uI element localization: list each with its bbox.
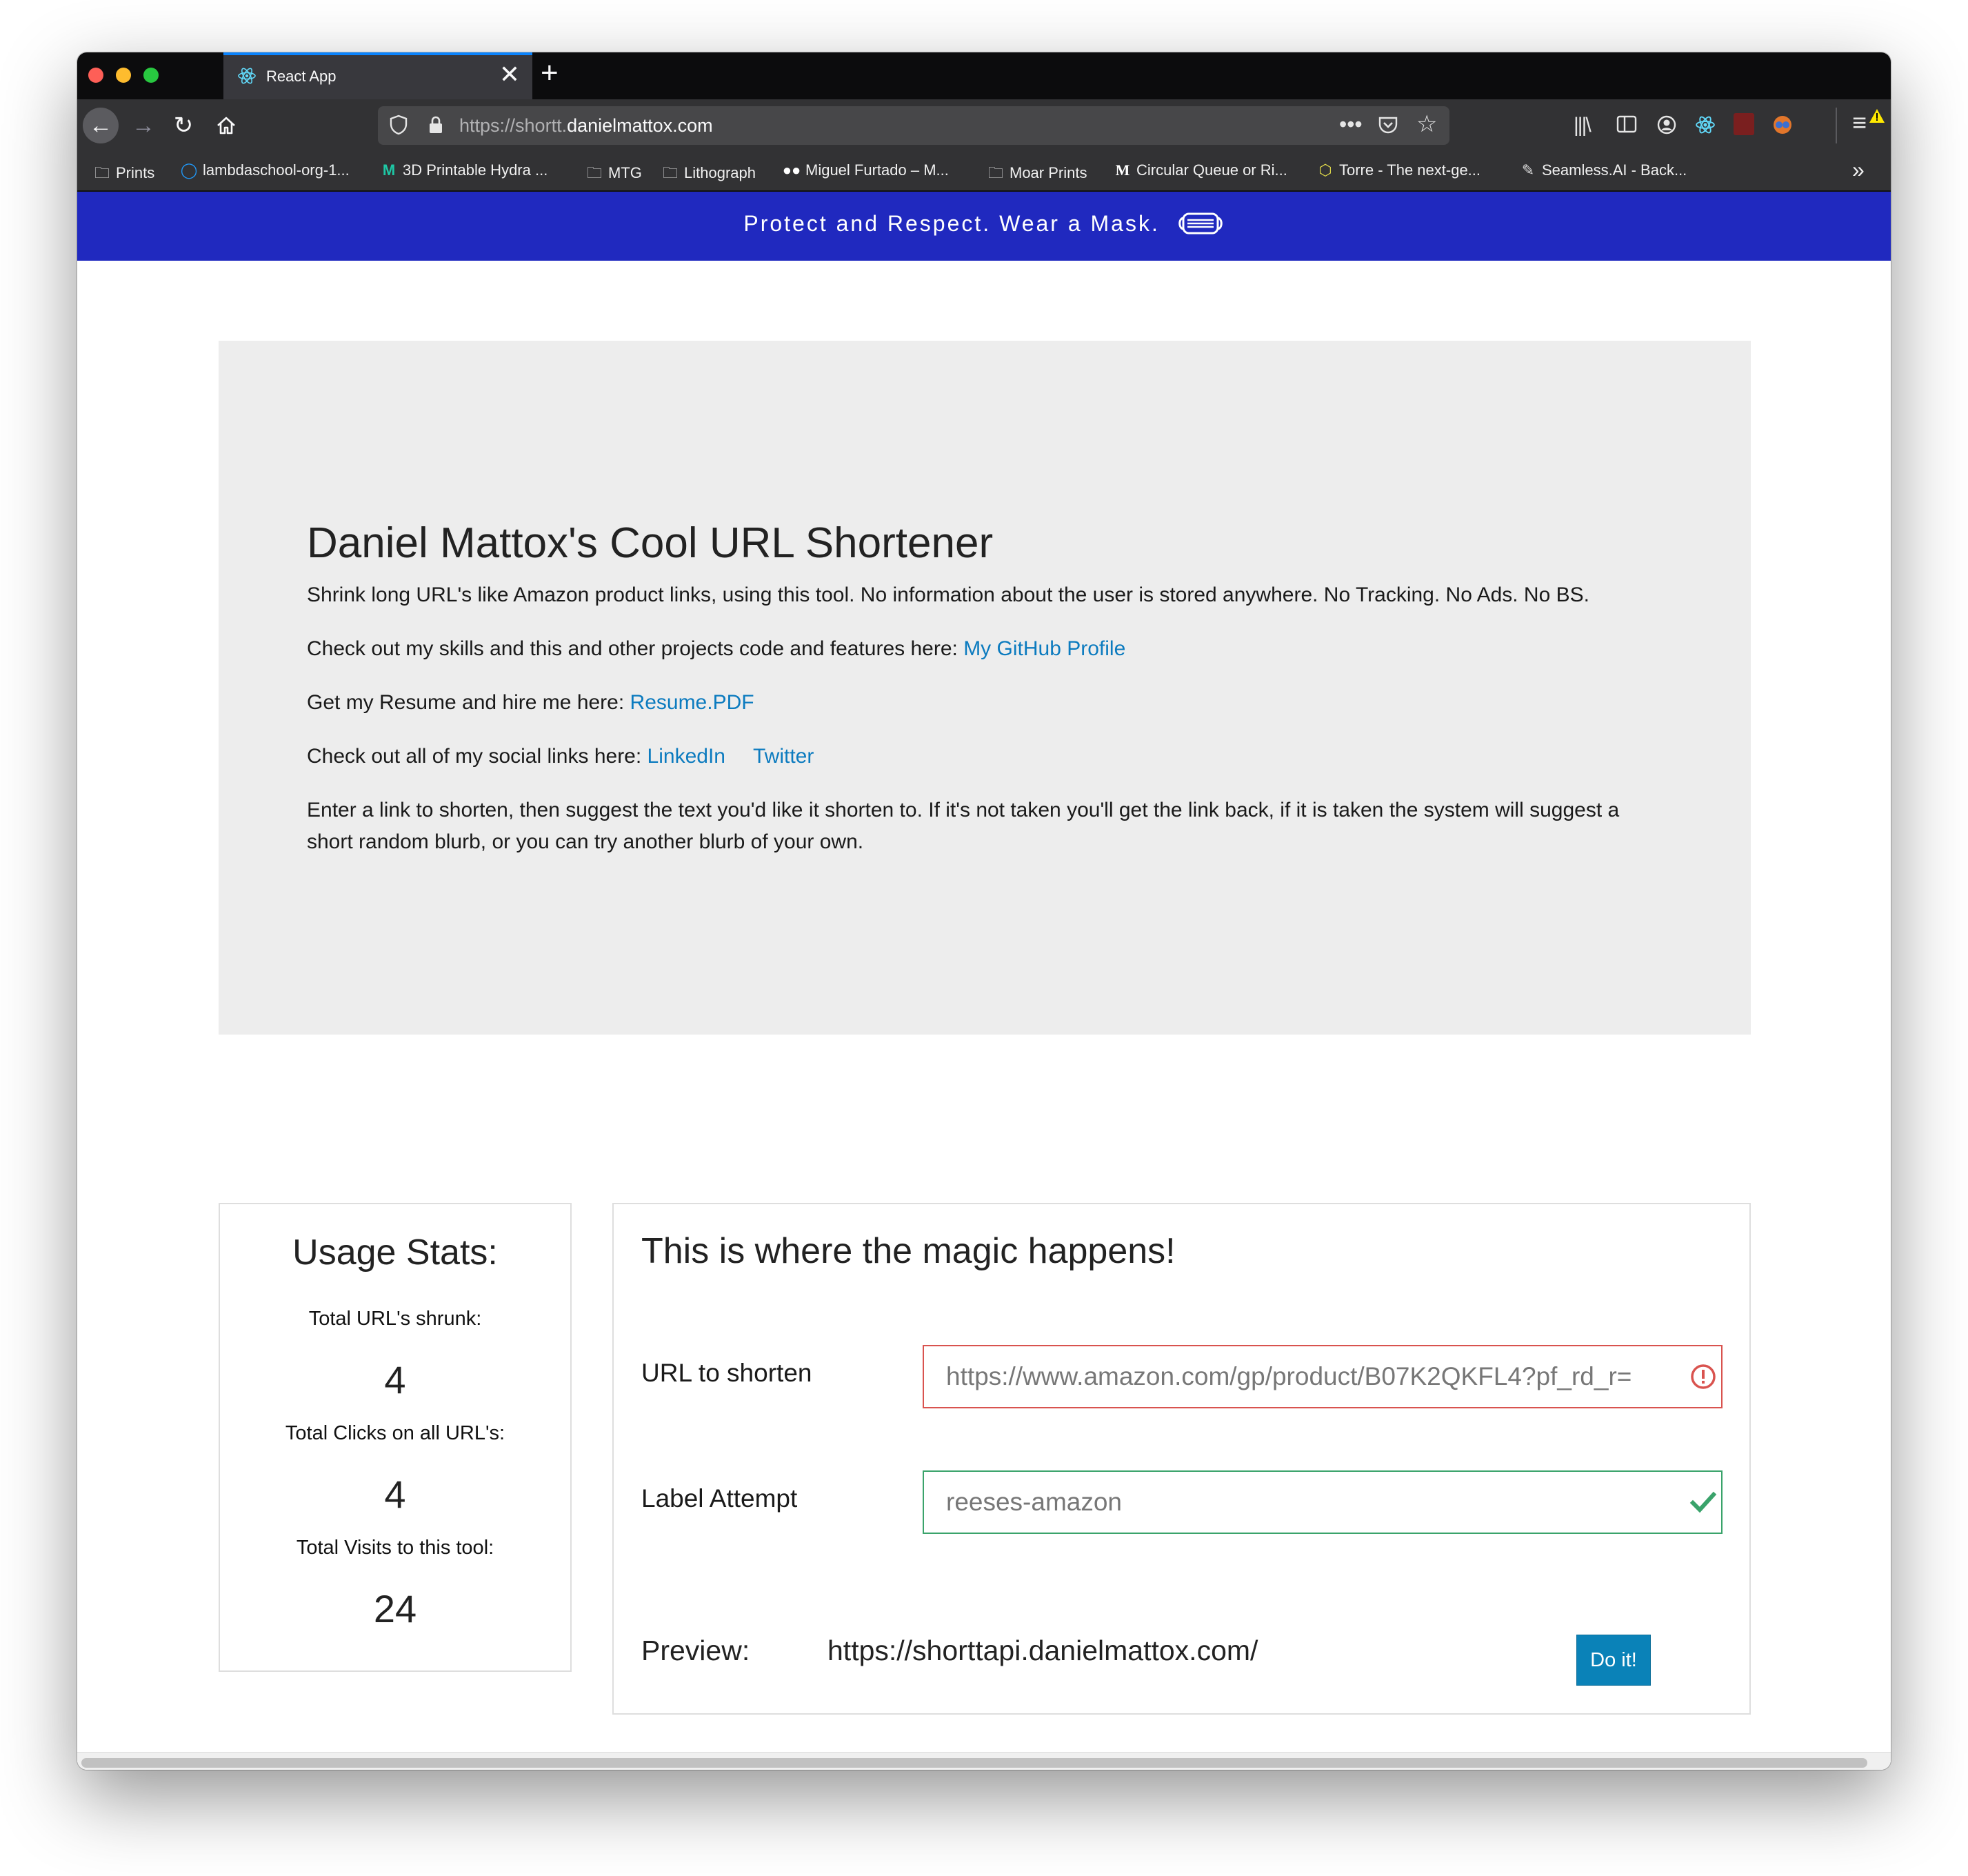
banner-text: Protect and Respect. Wear a Mask.	[77, 211, 1891, 237]
address-bar[interactable]: https://shortt.danielmattox.com ••• ☆	[378, 106, 1449, 145]
minimize-window-button[interactable]	[116, 68, 131, 83]
warning-icon	[1869, 106, 1885, 128]
usage-stats-card: Usage Stats: Total URL's shrunk: 4 Total…	[219, 1203, 572, 1672]
cors-extension-icon[interactable]	[1734, 113, 1754, 135]
page-title: Daniel Mattox's Cool URL Shortener	[307, 519, 994, 567]
form-title: This is where the magic happens!	[641, 1231, 1176, 1271]
tab-react-app[interactable]: React App ✕	[223, 52, 532, 99]
tab-title: React App	[266, 68, 337, 85]
toolbar-divider	[1836, 108, 1837, 143]
github-paragraph: Check out my skills and this and other p…	[307, 637, 1126, 660]
scrollbar-thumb[interactable]	[81, 1758, 1867, 1768]
github-profile-link[interactable]: My GitHub Profile	[963, 637, 1125, 660]
pen-icon: ✎	[1521, 161, 1535, 179]
urls-shrunk-label: Total URL's shrunk:	[308, 1308, 482, 1330]
preview-url: https://shorttapi.danielmattox.com/	[827, 1635, 1258, 1666]
chevron-right-icon[interactable]: »	[1852, 157, 1865, 183]
intro-text: Shrink long URL's like Amazon product li…	[307, 583, 1589, 606]
submit-button[interactable]: Do it!	[1576, 1635, 1651, 1686]
reload-icon[interactable]: ↻	[165, 108, 201, 143]
label-field-label: Label Attempt	[641, 1484, 798, 1513]
instructions-text: Enter a link to shorten, then suggest th…	[307, 799, 1620, 853]
bookmark-torre[interactable]: ⬡ Torre - The next-ge...	[1316, 161, 1480, 179]
urls-shrunk-value: 4	[384, 1358, 406, 1401]
bookmark-mtg[interactable]: 🗀 MTG	[585, 161, 642, 188]
page-content: Protect and Respect. Wear a Mask. Daniel…	[77, 192, 1891, 1770]
close-tab-icon[interactable]: ✕	[499, 62, 520, 87]
library-icon[interactable]: |||\	[1574, 114, 1592, 137]
folder-icon: 🗀	[586, 164, 602, 181]
extension-icon[interactable]	[1772, 114, 1793, 140]
new-tab-button[interactable]: +	[541, 57, 559, 90]
m-logo-icon: M	[382, 161, 396, 179]
more-actions-icon[interactable]: •••	[1339, 113, 1363, 135]
shield-icon[interactable]	[389, 114, 408, 140]
error-icon	[1689, 1363, 1717, 1395]
horizontal-scrollbar[interactable]	[77, 1752, 1891, 1770]
react-devtools-icon[interactable]	[1695, 114, 1716, 140]
resume-link[interactable]: Resume.PDF	[630, 691, 754, 714]
medium-icon: ●●	[782, 161, 801, 179]
bookmark-lambdaschool[interactable]: ◯ lambdaschool-org-1...	[179, 161, 350, 179]
social-paragraph: Check out all of my social links here: L…	[307, 745, 814, 768]
mask-banner: Protect and Respect. Wear a Mask.	[77, 192, 1891, 261]
url-text[interactable]: https://shortt.danielmattox.com	[459, 115, 713, 137]
total-clicks-label: Total Clicks on all URL's:	[285, 1422, 505, 1444]
lock-icon[interactable]	[428, 114, 444, 140]
m-bold-icon: M	[1115, 161, 1130, 179]
back-arrow-icon[interactable]: ←	[83, 108, 119, 143]
close-window-button[interactable]	[88, 68, 103, 83]
bookmark-moar-prints[interactable]: 🗀 Moar Prints	[986, 161, 1087, 188]
resume-paragraph: Get my Resume and hire me here: Resume.P…	[307, 691, 754, 714]
bookmark-star-icon[interactable]: ☆	[1416, 112, 1437, 136]
total-visits-label: Total Visits to this tool:	[296, 1537, 494, 1559]
browser-window: React App ✕ + ← → ↻ https://shortt.danie…	[77, 52, 1891, 1770]
linkedin-link[interactable]: LinkedIn	[647, 745, 725, 768]
url-input[interactable]	[923, 1345, 1723, 1408]
bookmark-seamless[interactable]: ✎ Seamless.AI - Back...	[1518, 161, 1687, 179]
react-icon	[237, 66, 257, 90]
maximize-window-button[interactable]	[143, 68, 159, 83]
bookmark-lithograph[interactable]: 🗀 Lithograph	[661, 161, 756, 188]
shortener-form-card: This is where the magic happens! URL to …	[612, 1203, 1751, 1715]
label-input[interactable]	[923, 1470, 1723, 1534]
total-clicks-value: 4	[384, 1473, 406, 1516]
circle-icon: ◯	[180, 161, 198, 179]
navigation-bar: ← → ↻ https://shortt.danielmattox.com ••…	[77, 99, 1891, 152]
sidebar-icon[interactable]	[1616, 114, 1637, 139]
forward-arrow-icon[interactable]: →	[125, 108, 161, 143]
twitter-link[interactable]: Twitter	[753, 745, 814, 768]
folder-icon: 🗀	[987, 164, 1003, 181]
menu-icon[interactable]: ≡	[1852, 110, 1867, 135]
torre-icon: ⬡	[1318, 161, 1332, 179]
folder-icon: 🗀	[662, 164, 678, 181]
bookmark-circular-queue[interactable]: M Circular Queue or Ri...	[1113, 161, 1287, 179]
folder-icon: 🗀	[94, 164, 110, 181]
bookmarks-toolbar: 🗀 Prints ◯ lambdaschool-org-1... M 3D Print…	[77, 152, 1891, 192]
account-icon[interactable]	[1656, 114, 1677, 140]
bookmark-miguel-furtado[interactable]: ●● Miguel Furtado – M...	[782, 161, 949, 179]
checkmark-icon	[1689, 1488, 1717, 1521]
mask-icon	[1178, 212, 1223, 234]
hero-jumbotron: Daniel Mattox's Cool URL Shortener Shrin…	[219, 341, 1751, 1035]
preview-label: Preview:	[641, 1635, 750, 1666]
bookmark-prints[interactable]: 🗀 Prints	[92, 161, 154, 188]
pocket-icon[interactable]	[1378, 114, 1398, 140]
url-field-label: URL to shorten	[641, 1359, 812, 1387]
stats-title: Usage Stats:	[292, 1233, 498, 1273]
home-icon[interactable]	[208, 108, 244, 143]
bookmark-hydra[interactable]: M 3D Printable Hydra ...	[379, 161, 548, 179]
tab-strip: React App ✕ +	[77, 52, 1891, 99]
total-visits-value: 24	[373, 1587, 417, 1630]
